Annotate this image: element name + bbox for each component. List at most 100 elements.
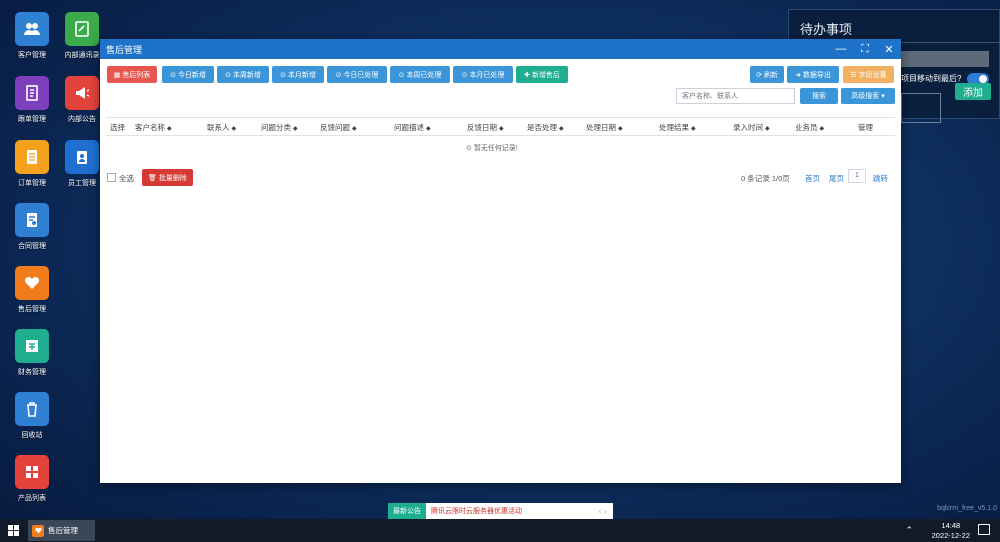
col-entry-time[interactable]: 录入时间 ◆ (733, 122, 770, 133)
sort-icon: ◆ (819, 126, 825, 132)
chevron-down-icon: ▾ (881, 93, 885, 100)
todo-add-button[interactable]: 添加 (955, 83, 991, 100)
add-aftersales-button[interactable]: ✚ 新增售后 (516, 66, 568, 83)
today-done-button[interactable]: ⊙ 今日已处理 (327, 66, 387, 83)
empty-text: 暂无任何记录! (473, 145, 518, 152)
task-label: 售后管理 (48, 526, 78, 535)
megaphone-icon (65, 76, 99, 110)
clock-icon: ⊙ (170, 71, 176, 79)
field-settings-button[interactable]: ☰ 字段设置 (843, 66, 894, 83)
windows-start-icon[interactable] (8, 525, 19, 536)
clock-icon: ⊙ (461, 71, 468, 79)
sort-icon: ◆ (618, 126, 623, 132)
desktop-icon-aftersales[interactable]: 售后管理 (1, 266, 63, 314)
add-label: 新增售后 (531, 71, 560, 79)
list-label: 售后列表 (122, 71, 151, 79)
col-salesman[interactable]: 业务员 ◆ (795, 122, 824, 133)
close-button[interactable]: ✕ (877, 43, 901, 56)
tray-chevron-up-icon[interactable]: ⌃ (905, 525, 913, 536)
week-done-button[interactable]: ⊙ 本周已处理 (390, 66, 450, 83)
toolbar: ▦ 售后列表 ⊙ 今日新增 ⊙ 本周新增 ⊙ 本月新增 ⊙ 今日已处理 ⊙ 本周已处理 ⊙ 本… (107, 66, 895, 83)
clock[interactable]: 14:48 2022-12-22 (932, 521, 970, 541)
first-page-link[interactable]: 首页 (805, 173, 820, 184)
finance-icon (15, 329, 49, 363)
export-label: 数据导出 (802, 71, 831, 79)
desktop-icon-contracts[interactable]: 合同管理 (1, 203, 63, 251)
desktop-icon-label: 售后管理 (18, 306, 46, 313)
col-process-date[interactable]: 处理日期 ◆ (586, 122, 623, 133)
batch-delete-label: 批量删除 (158, 174, 187, 182)
col-feedback[interactable]: 反馈问题 ◆ (320, 122, 357, 133)
select-all-checkbox[interactable] (107, 173, 116, 182)
col-customer[interactable]: 客户名称 ◆ (135, 122, 172, 133)
desktop-icon-recycle[interactable]: 回收站 (1, 392, 63, 440)
batch-delete-button[interactable]: 🗑 批量删除 (142, 169, 193, 186)
col-label: 联系人 (207, 123, 230, 132)
maximize-button[interactable]: ⛶ (853, 43, 877, 56)
clock-time: 14:48 (941, 521, 961, 530)
sort-icon: ◆ (499, 126, 504, 132)
col-processed[interactable]: 是否处理 ◆ (527, 122, 564, 133)
col-feedback-date[interactable]: 反馈日期 ◆ (467, 122, 504, 133)
jump-button[interactable]: 跳转 (873, 173, 888, 184)
month-done-label: 本月已处理 (469, 71, 505, 79)
clock-icon: ⊙ (225, 71, 231, 79)
today-new-button[interactable]: ⊙ 今日新增 (162, 66, 214, 83)
week-new-button[interactable]: ⊙ 本周新增 (217, 66, 269, 83)
table-header: 选择 客户名称 ◆ 联系人 ◆ 问题分类 ◆ 反馈问题 ◆ 问题描述 ◆ 反馈日期 ◆ 是否… (106, 117, 895, 136)
desktop-icon-products[interactable]: 产品列表 (1, 455, 63, 503)
notice-arrows-icon[interactable]: ‹ › (599, 506, 614, 516)
export-button[interactable]: ➜ 数据导出 (787, 66, 839, 83)
last-page-link[interactable]: 尾页 (829, 173, 844, 184)
month-new-button[interactable]: ⊙ 本月新增 (272, 66, 324, 83)
advanced-search-button[interactable]: 高级搜索 ▾ (841, 88, 895, 104)
col-description[interactable]: 问题描述 ◆ (394, 122, 431, 133)
contract-icon (15, 203, 49, 237)
col-label: 是否处理 (527, 123, 557, 132)
search-input[interactable] (676, 88, 795, 104)
todo-text-input[interactable] (901, 93, 941, 123)
move-to-end-label: 项目移动到最后? (901, 74, 962, 83)
notice-message[interactable]: 腾讯云限时云服务器优惠活动 (426, 506, 599, 516)
sort-icon: ◆ (691, 126, 696, 132)
sort-icon: ◆ (231, 126, 237, 132)
desktop-icon-label: 合同管理 (18, 243, 46, 250)
plus-icon: ✚ (524, 71, 530, 79)
record-summary: 0 条记录 1/0页 (741, 174, 790, 183)
col-label: 问题分类 (261, 123, 291, 132)
desktop-icon-finance[interactable]: 财务管理 (1, 329, 63, 377)
window-titlebar[interactable]: 售后管理 — ⛶ ✕ (100, 39, 901, 59)
minimize-button[interactable]: — (829, 43, 853, 55)
col-category[interactable]: 问题分类 ◆ (261, 122, 298, 133)
col-label: 反馈问题 (320, 123, 350, 132)
page-input[interactable]: 1 (848, 169, 866, 183)
notice-bar: 最新公告 腾讯云限时云服务器优惠活动 ‹ › (388, 503, 613, 519)
col-manage: 管理 (858, 123, 873, 132)
taskbar-task-aftersales[interactable]: 售后管理 (28, 520, 95, 541)
today-new-label: 今日新增 (177, 71, 206, 79)
col-label: 录入时间 (733, 123, 763, 132)
month-done-button[interactable]: ⊙ 本月已处理 (453, 66, 513, 83)
col-result[interactable]: 处理结果 ◆ (659, 122, 696, 133)
export-icon: ➜ (795, 71, 801, 79)
desktop-icon-label: 财务管理 (18, 369, 46, 376)
advanced-search-label: 高级搜索 (851, 93, 880, 100)
notification-icon[interactable] (978, 524, 990, 535)
list-button[interactable]: ▦ 售后列表 (107, 66, 157, 83)
today-done-label: 今日已处理 (343, 71, 379, 79)
users-icon (15, 12, 49, 46)
desktop-icon-label: 产品列表 (18, 495, 46, 502)
select-all-label: 全选 (119, 174, 134, 183)
refresh-button[interactable]: ⟳ 刷新 (750, 66, 784, 83)
list-icon: ▦ (113, 71, 121, 79)
search-button[interactable]: 搜索 (800, 88, 838, 104)
taskbar: 售后管理 ⌃ 14:48 2022-12-22 (0, 519, 1000, 542)
sort-icon: ◆ (352, 126, 357, 132)
list-icon: ☰ (850, 71, 857, 79)
window-title: 售后管理 (106, 44, 143, 55)
grid-icon (15, 455, 49, 489)
col-contact[interactable]: 联系人 ◆ (207, 122, 236, 133)
col-label: 客户名称 (135, 123, 165, 132)
todo-input[interactable] (901, 51, 989, 67)
document-icon (15, 140, 49, 174)
